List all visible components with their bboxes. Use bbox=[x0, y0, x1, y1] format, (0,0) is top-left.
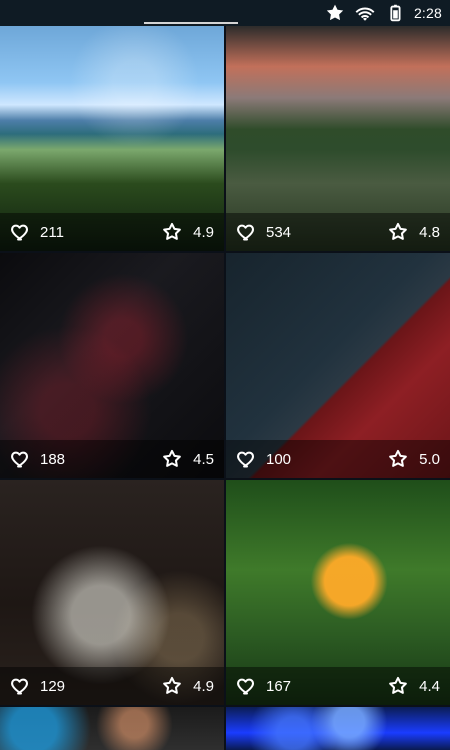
heart-icon[interactable] bbox=[236, 675, 258, 697]
likes-text: 188 bbox=[40, 450, 66, 468]
rating[interactable]: 4.9 bbox=[161, 221, 214, 243]
heart-icon[interactable] bbox=[236, 221, 258, 243]
wallpaper-tile[interactable]: 129 4.9 bbox=[0, 480, 224, 705]
likes-text: 167 bbox=[266, 677, 292, 695]
like-count[interactable]: 167 bbox=[236, 675, 291, 697]
star-icon[interactable] bbox=[161, 448, 183, 470]
star-icon bbox=[324, 2, 346, 24]
rating-text: 4.5 bbox=[193, 450, 214, 468]
likes-text: 129 bbox=[40, 677, 66, 695]
rating[interactable]: 4.9 bbox=[161, 675, 214, 697]
star-icon[interactable] bbox=[387, 448, 409, 470]
wallpaper-image[interactable] bbox=[226, 707, 450, 750]
battery-icon bbox=[384, 2, 406, 24]
wallpaper-tile[interactable]: 167 4.4 bbox=[226, 480, 450, 705]
status-time: 2:28 bbox=[413, 5, 442, 21]
top-indicator bbox=[144, 22, 238, 24]
star-icon[interactable] bbox=[161, 675, 183, 697]
wallpaper-grid: 211 4.9 534 4.8 188 4.5 100 5.0 129 4.9 … bbox=[0, 26, 450, 750]
rating-text: 4.9 bbox=[193, 677, 214, 695]
rating-text: 4.9 bbox=[193, 223, 214, 241]
heart-icon[interactable] bbox=[236, 448, 258, 470]
wallpaper-tile[interactable]: 534 4.8 bbox=[226, 26, 450, 251]
wallpaper-tile[interactable]: 100 5.0 bbox=[226, 253, 450, 478]
heart-icon[interactable] bbox=[10, 221, 32, 243]
likes-text: 534 bbox=[266, 223, 292, 241]
heart-icon[interactable] bbox=[10, 675, 32, 697]
status-icons: 2:28 bbox=[324, 3, 442, 23]
likes-text: 100 bbox=[266, 450, 292, 468]
rating[interactable]: 4.5 bbox=[161, 448, 214, 470]
rating[interactable]: 4.4 bbox=[387, 675, 440, 697]
wallpaper-tile[interactable] bbox=[226, 707, 450, 750]
status-bar: 2:28 bbox=[0, 0, 450, 26]
like-count[interactable]: 129 bbox=[10, 675, 65, 697]
star-icon[interactable] bbox=[387, 675, 409, 697]
star-icon[interactable] bbox=[387, 221, 409, 243]
like-count[interactable]: 100 bbox=[236, 448, 291, 470]
rating-text: 4.4 bbox=[419, 677, 440, 695]
rating-text: 4.8 bbox=[419, 223, 440, 241]
likes-text: 211 bbox=[40, 223, 64, 241]
heart-icon[interactable] bbox=[10, 448, 32, 470]
wallpaper-tile[interactable]: 211 4.9 bbox=[0, 26, 224, 251]
wallpaper-image[interactable] bbox=[0, 707, 224, 750]
rating[interactable]: 4.8 bbox=[387, 221, 440, 243]
wallpaper-tile[interactable]: 188 4.5 bbox=[0, 253, 224, 478]
like-count[interactable]: 188 bbox=[10, 448, 65, 470]
wallpaper-tile[interactable] bbox=[0, 707, 224, 750]
star-icon[interactable] bbox=[161, 221, 183, 243]
like-count[interactable]: 211 bbox=[10, 221, 64, 243]
rating[interactable]: 5.0 bbox=[387, 448, 440, 470]
wifi-icon bbox=[354, 2, 376, 24]
rating-text: 5.0 bbox=[419, 450, 440, 468]
like-count[interactable]: 534 bbox=[236, 221, 291, 243]
